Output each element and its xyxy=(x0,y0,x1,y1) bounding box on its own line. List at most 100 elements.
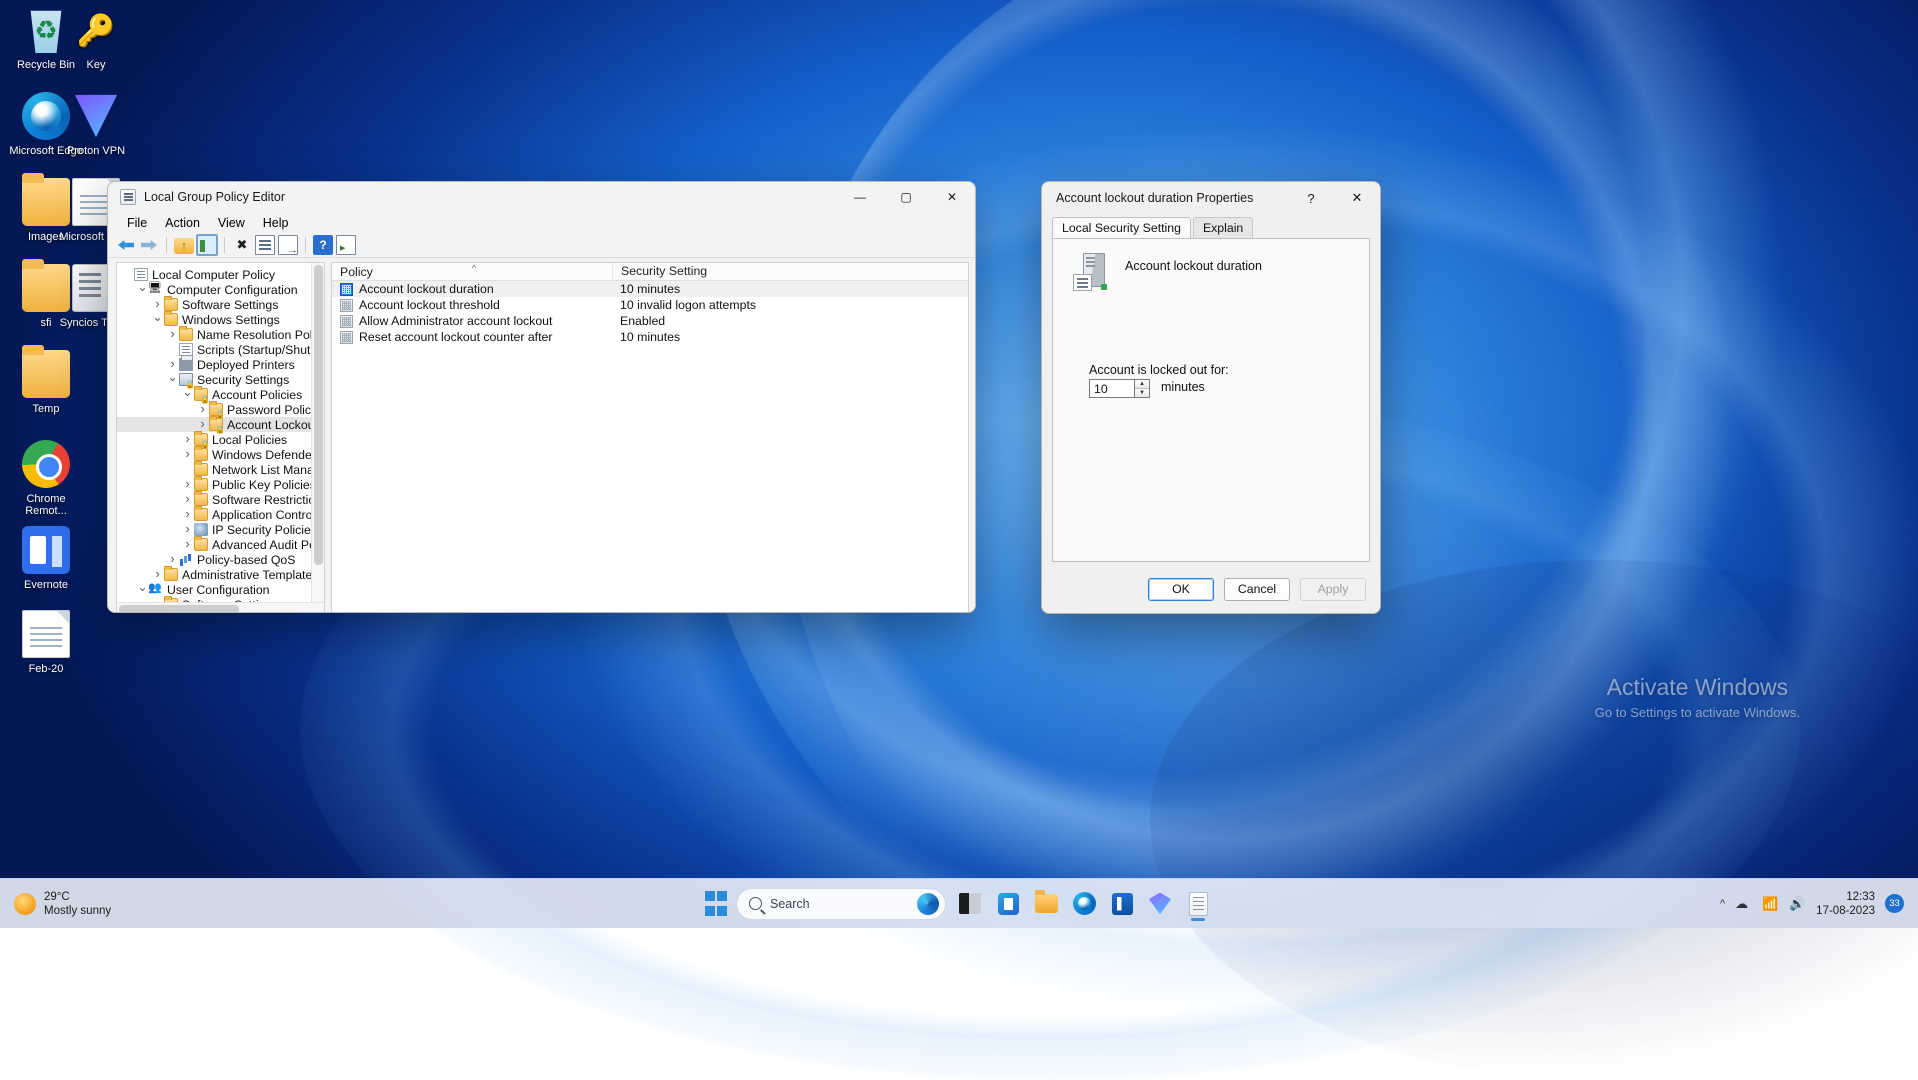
console-tree-pane[interactable]: Local Computer PolicyComputer Configurat… xyxy=(116,262,325,612)
taskbar-app-proton-vpn[interactable] xyxy=(1142,886,1178,922)
stepper-down-button[interactable]: ▼ xyxy=(1135,388,1149,397)
start-icon[interactable] xyxy=(702,890,730,918)
tree-item-computer-configuration[interactable]: Computer Configuration xyxy=(117,281,324,297)
show-hide-tree-icon[interactable] xyxy=(196,234,218,256)
tree-horizontal-scrollbar[interactable] xyxy=(117,602,324,612)
table-row[interactable]: Reset account lockout counter after 10 mi… xyxy=(332,329,968,345)
menu-view[interactable]: View xyxy=(209,214,254,232)
maximize-button[interactable]: ▢ xyxy=(883,182,929,212)
taskbar-app-task-view[interactable] xyxy=(952,886,988,922)
clock[interactable]: 12:33 17-08-2023 xyxy=(1816,890,1875,918)
chevron-right-icon[interactable] xyxy=(196,419,209,430)
tree-item-advanced-audit-policy-configuration[interactable]: Advanced Audit Policy Configuration xyxy=(117,536,324,552)
column-header-policy[interactable]: Policy ^ xyxy=(332,263,612,280)
desktop-icon-temp[interactable]: Temp xyxy=(4,345,88,415)
chevron-right-icon[interactable] xyxy=(151,569,164,580)
tree-item-policy-based-qos[interactable]: Policy-based QoS xyxy=(117,552,324,567)
lockout-duration-input[interactable] xyxy=(1089,379,1135,398)
chevron-right-icon[interactable] xyxy=(166,329,179,340)
delete-icon[interactable] xyxy=(232,235,252,255)
weather-widget[interactable]: 29°C Mostly sunny xyxy=(14,890,111,918)
tree-item-application-control-policies[interactable]: Application Control Policies xyxy=(117,506,324,522)
taskbar[interactable]: 29°C Mostly sunny Search ^ ☁ 📶 🔊 12:33 1… xyxy=(0,878,1918,928)
tree-item-account-policies[interactable]: Account Policies xyxy=(117,386,324,404)
tree-item-deployed-printers[interactable]: Deployed Printers xyxy=(117,355,324,372)
taskbar-apps[interactable] xyxy=(952,886,1216,922)
tab-local-security-setting[interactable]: Local Security Setting xyxy=(1052,217,1191,238)
back-icon[interactable] xyxy=(116,235,136,255)
chevron-right-icon[interactable] xyxy=(181,524,194,535)
chevron-down-icon[interactable] xyxy=(166,373,179,387)
tree-vertical-thumb[interactable] xyxy=(314,265,323,565)
desktop-icon-chrome-remote[interactable]: Chrome Remot... xyxy=(4,440,88,517)
network-icon[interactable]: 📶 xyxy=(1762,895,1779,912)
chevron-down-icon[interactable] xyxy=(151,313,164,327)
tree-item-software-settings[interactable]: Software Settings xyxy=(117,296,324,312)
tab-explain[interactable]: Explain xyxy=(1192,217,1254,238)
column-header-security-setting[interactable]: Security Setting xyxy=(612,263,867,280)
tree-item-account-lockout-policy[interactable]: Account Lockout Policy xyxy=(117,416,324,434)
local-group-policy-editor-window[interactable]: Local Group Policy Editor — ▢ ✕ File Act… xyxy=(107,181,976,613)
dialog-close-button[interactable]: ✕ xyxy=(1334,182,1380,214)
desktop-icon-feb-20[interactable]: Feb-20 xyxy=(4,610,88,675)
tree-horizontal-thumb[interactable] xyxy=(119,605,239,612)
menu-help[interactable]: Help xyxy=(254,214,298,232)
list-header[interactable]: Policy ^ Security Setting xyxy=(332,263,968,281)
taskbar-app-microsoft-edge[interactable] xyxy=(1066,886,1102,922)
help-icon[interactable] xyxy=(313,235,333,255)
table-row[interactable]: Account lockout duration 10 minutes xyxy=(332,281,968,297)
chevron-right-icon[interactable] xyxy=(181,434,194,445)
notification-badge[interactable]: 33 xyxy=(1885,894,1904,913)
search-input[interactable]: Search xyxy=(736,887,946,920)
chevron-right-icon[interactable] xyxy=(181,539,194,550)
taskbar-app-file-explorer[interactable] xyxy=(1028,886,1064,922)
properties-icon[interactable] xyxy=(255,235,275,255)
ok-button[interactable]: OK xyxy=(1148,577,1214,601)
tree-item-user-configuration[interactable]: User Configuration xyxy=(117,581,324,597)
chevron-right-icon[interactable] xyxy=(181,509,194,520)
view-icon[interactable] xyxy=(336,235,356,255)
volume-icon[interactable]: 🔊 xyxy=(1789,895,1806,912)
taskbar-app-microsoft-store[interactable] xyxy=(1104,886,1140,922)
menu-action[interactable]: Action xyxy=(156,214,209,232)
tree-item-scripts-startup-shutdown[interactable]: Scripts (Startup/Shutdown) xyxy=(117,342,324,357)
lockout-duration-stepper[interactable]: ▲ ▼ xyxy=(1089,379,1150,398)
chevron-right-icon[interactable] xyxy=(181,449,194,460)
chevron-right-icon[interactable] xyxy=(181,479,194,490)
dialog-tabs[interactable]: Local Security Setting Explain xyxy=(1042,216,1380,238)
minimize-button[interactable]: — xyxy=(837,182,883,212)
tree-vertical-scrollbar[interactable] xyxy=(311,263,324,612)
dialog-help-button[interactable]: ? xyxy=(1288,182,1334,214)
menu-file[interactable]: File xyxy=(118,214,156,232)
tree-item-software-restriction-policies[interactable]: Software Restriction Policies xyxy=(117,491,324,507)
table-row[interactable]: Allow Administrator account lockout Enabl… xyxy=(332,313,968,329)
tree-item-local-computer-policy[interactable]: Local Computer Policy xyxy=(117,267,324,282)
toolbar[interactable] xyxy=(108,233,975,258)
folder-up-icon[interactable] xyxy=(174,238,194,254)
onedrive-icon[interactable]: ☁ xyxy=(1735,895,1752,912)
chevron-up-icon[interactable]: ^ xyxy=(1720,898,1725,910)
policy-list-pane[interactable]: Policy ^ Security Setting Account lockou… xyxy=(331,262,969,612)
dialog-titlebar[interactable]: Account lockout duration Properties ? ✕ xyxy=(1042,182,1380,214)
tree-item-name-resolution-policy[interactable]: Name Resolution Policy xyxy=(117,326,324,342)
taskbar-app-group-policy-editor[interactable] xyxy=(1180,886,1216,922)
chevron-right-icon[interactable] xyxy=(181,494,194,505)
menu-bar[interactable]: File Action View Help xyxy=(108,212,975,233)
forward-icon[interactable] xyxy=(139,235,159,255)
desktop-icon-evernote[interactable]: Evernote xyxy=(4,526,88,591)
chevron-down-icon[interactable] xyxy=(181,388,194,402)
console-tree[interactable]: Local Computer PolicyComputer Configurat… xyxy=(117,263,324,612)
chevron-right-icon[interactable] xyxy=(166,359,179,370)
export-list-icon[interactable] xyxy=(278,235,298,256)
chevron-right-icon[interactable] xyxy=(166,554,179,565)
tree-item-administrative-templates[interactable]: Administrative Templates xyxy=(117,566,324,582)
account-lockout-duration-properties-dialog[interactable]: Account lockout duration Properties ? ✕ … xyxy=(1041,181,1381,614)
tree-item-ip-security-policies-on-local-computer[interactable]: IP Security Policies on Local Computer xyxy=(117,522,324,537)
close-button[interactable]: ✕ xyxy=(929,182,975,212)
system-tray[interactable]: ^ ☁ 📶 🔊 12:33 17-08-2023 33 xyxy=(1720,890,1918,918)
tree-item-windows-defender-firewall-with-advanced-security[interactable]: Windows Defender Firewall with Advanced … xyxy=(117,446,324,462)
desktop-icon-key[interactable]: Key xyxy=(54,6,138,71)
policy-list-rows[interactable]: Account lockout duration 10 minutes Accoun… xyxy=(332,281,968,345)
tree-item-public-key-policies[interactable]: Public Key Policies xyxy=(117,476,324,492)
tree-item-windows-settings[interactable]: Windows Settings xyxy=(117,311,324,327)
